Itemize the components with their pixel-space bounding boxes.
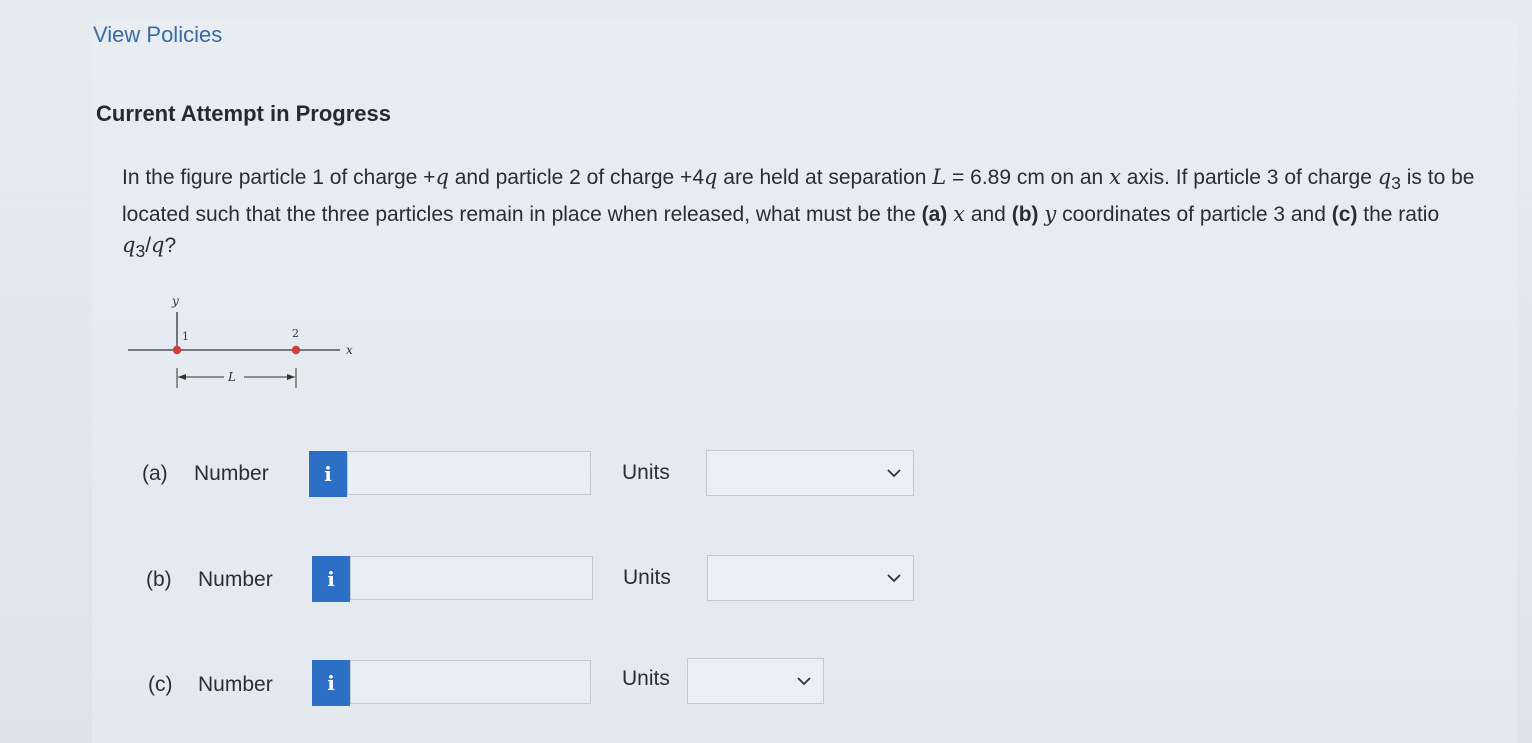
question-symbol: x [1109, 165, 1121, 189]
question-part-marker: (c) [1331, 203, 1358, 227]
separation-right-arrowhead [287, 374, 295, 380]
question-symbol: q [1377, 165, 1392, 189]
particle-2-label: 2 [292, 327, 299, 340]
part-label: (a) [142, 462, 168, 485]
number-input[interactable] [350, 556, 593, 600]
question-symbol: x [953, 202, 965, 227]
question-fragment: ? [164, 234, 177, 258]
particle-figure: y x 1 2 L [128, 294, 353, 388]
particle-2 [291, 345, 301, 355]
units-label: Units [622, 667, 670, 690]
number-label: Number [198, 673, 273, 696]
question-fragment: coordinates of particle 3 and [1056, 203, 1332, 227]
separation-left-arrowhead [178, 374, 186, 380]
page: View Policies Current Attempt in Progres… [0, 0, 1532, 743]
info-icon[interactable]: i [312, 556, 350, 602]
part-label: (c) [148, 673, 173, 696]
question-subscript: 3 [1391, 173, 1401, 194]
question-symbol: q [151, 233, 165, 258]
number-input[interactable] [350, 660, 591, 704]
number-input[interactable] [347, 451, 591, 495]
question-fragment: = 6.89 cm on an [946, 166, 1110, 189]
units-label: Units [623, 566, 671, 589]
part-label: (b) [146, 568, 172, 591]
question-text: In the figure particle 1 of charge +q an… [122, 162, 1492, 267]
question-fragment: In the figure particle 1 of charge + [122, 166, 436, 189]
question-part-marker: (b) [1011, 203, 1039, 227]
info-icon[interactable]: i [309, 451, 347, 497]
question-fragment: and [964, 203, 1012, 227]
chevron-down-icon [887, 469, 901, 478]
units-dropdown[interactable] [706, 450, 914, 496]
attempt-title: Current Attempt in Progress [96, 101, 392, 126]
units-dropdown[interactable] [687, 658, 824, 704]
question-symbol: L [932, 165, 947, 189]
number-label: Number [198, 568, 273, 591]
question-subscript: 3 [135, 241, 146, 262]
question-symbol: q [704, 165, 718, 189]
question-part-marker: (a) [921, 203, 948, 227]
separation-label: L [227, 370, 236, 384]
question-fragment: axis. If particle 3 of charge [1120, 166, 1378, 189]
question-fragment: the ratio [1357, 203, 1440, 227]
y-axis-label: y [171, 294, 179, 308]
units-dropdown[interactable] [707, 555, 914, 601]
question-symbol: q [122, 233, 136, 258]
view-policies-link[interactable]: View Policies [93, 22, 222, 48]
question-symbol: q [435, 165, 449, 189]
question-fragment: are held at separation [717, 166, 933, 189]
question-symbol: y [1044, 202, 1057, 227]
chevron-down-icon [887, 574, 901, 583]
units-label: Units [622, 461, 670, 484]
number-label: Number [194, 462, 269, 485]
question-fragment: and particle 2 of charge +4 [448, 166, 704, 189]
info-icon[interactable]: i [312, 660, 350, 706]
x-axis-label: x [346, 343, 353, 357]
particle-1 [172, 345, 182, 355]
particle-1-label: 1 [182, 330, 189, 343]
chevron-down-icon [797, 677, 811, 686]
